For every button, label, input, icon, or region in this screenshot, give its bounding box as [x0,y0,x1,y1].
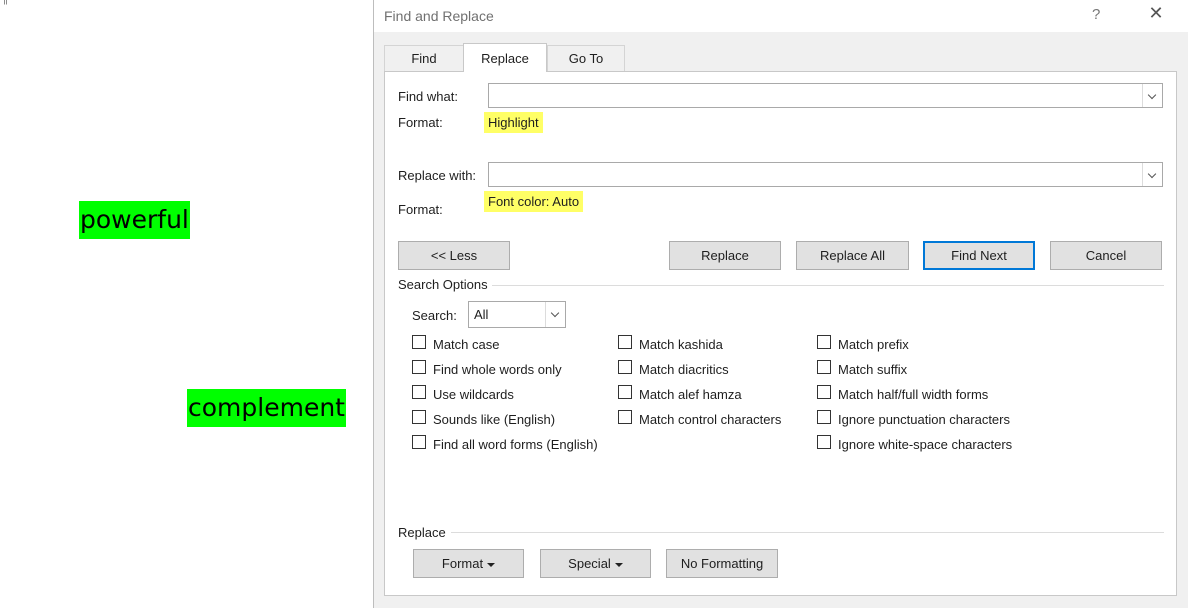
replace-panel: Find what: Format: Highlight Replace wit… [384,71,1177,596]
match-control-chars-checkbox[interactable] [618,410,632,424]
checkbox-label: Sounds like (English) [433,412,556,427]
chevron-down-icon[interactable] [545,302,565,327]
word-forms-checkbox[interactable] [412,435,426,449]
tab-go-to[interactable]: Go To [547,45,625,71]
checkbox-label: Match case [433,337,500,352]
checkbox-label: Ignore white-space characters [838,437,1013,452]
replace-with-label: Replace with: [398,168,477,183]
match-kashida-checkbox[interactable] [618,335,632,349]
checkbox-label: Ignore punctuation characters [838,412,1010,427]
ignore-punctuation-checkbox[interactable] [817,410,831,424]
search-options-title: Search Options [398,277,488,292]
search-direction-value: All [474,307,489,322]
replace-format-value: Font color: Auto [484,191,584,212]
checkbox-label: Match kashida [639,337,723,352]
match-alef-hamza-checkbox[interactable] [618,385,632,399]
divider [451,532,1164,533]
find-what-label: Find what: [398,89,458,104]
match-case-checkbox[interactable] [412,335,426,349]
dialog-title: Find and Replace [384,8,494,24]
sounds-like-checkbox[interactable] [412,410,426,424]
checkbox-label: Match suffix [838,362,908,377]
find-format-value: Highlight [484,112,543,133]
dropdown-arrow-icon [614,562,623,567]
find-format-label: Format: [398,115,443,130]
search-direction-label: Search: [412,308,457,323]
replace-format-label: Format: [398,202,443,217]
match-diacritics-checkbox[interactable] [618,360,632,374]
less-button[interactable]: << Less [398,241,510,270]
checkbox-label: Match diacritics [639,362,729,377]
replace-with-input[interactable] [488,162,1163,187]
chevron-down-icon[interactable] [1142,84,1162,107]
checkbox-label: Find whole words only [433,362,562,377]
match-width-checkbox[interactable] [817,385,831,399]
special-button[interactable]: Special [540,549,651,578]
checkbox-label: Find all word forms (English) [433,437,598,452]
replace-button[interactable]: Replace [669,241,781,270]
close-icon[interactable]: ✕ [1144,3,1168,24]
wildcards-checkbox[interactable] [412,385,426,399]
checkbox-label: Use wildcards [433,387,514,402]
ignore-whitespace-checkbox[interactable] [817,435,831,449]
match-prefix-checkbox[interactable] [817,335,831,349]
divider [492,285,1164,286]
dropdown-arrow-icon [487,562,496,567]
chevron-down-icon[interactable] [1142,163,1162,186]
search-direction-select[interactable]: All [468,301,566,328]
no-formatting-button[interactable]: No Formatting [666,549,778,578]
highlighted-word[interactable]: powerful [79,201,190,239]
match-suffix-checkbox[interactable] [817,360,831,374]
title-bar[interactable]: Find and Replace ? ✕ [374,0,1188,32]
find-replace-dialog: Find and Replace ? ✕ Find Replace Go To … [373,0,1188,608]
highlighted-word[interactable]: complement [187,389,346,427]
special-button-label: Special [568,556,611,571]
whole-words-checkbox[interactable] [412,360,426,374]
tab-replace[interactable]: Replace [463,43,547,72]
replace-section-title: Replace [398,525,446,540]
cancel-button[interactable]: Cancel [1050,241,1162,270]
find-next-button[interactable]: Find Next [923,241,1035,270]
checkbox-label: Match half/full width forms [838,387,989,402]
paragraph-mark: ¶ [2,0,8,6]
checkbox-label: Match prefix [838,337,909,352]
checkbox-label: Match control characters [639,412,782,427]
replace-all-button[interactable]: Replace All [796,241,909,270]
find-what-input[interactable] [488,83,1163,108]
checkbox-label: Match alef hamza [639,387,742,402]
format-button[interactable]: Format [413,549,524,578]
tab-find[interactable]: Find [384,45,464,71]
help-button[interactable]: ? [1092,6,1100,23]
format-button-label: Format [441,556,484,571]
